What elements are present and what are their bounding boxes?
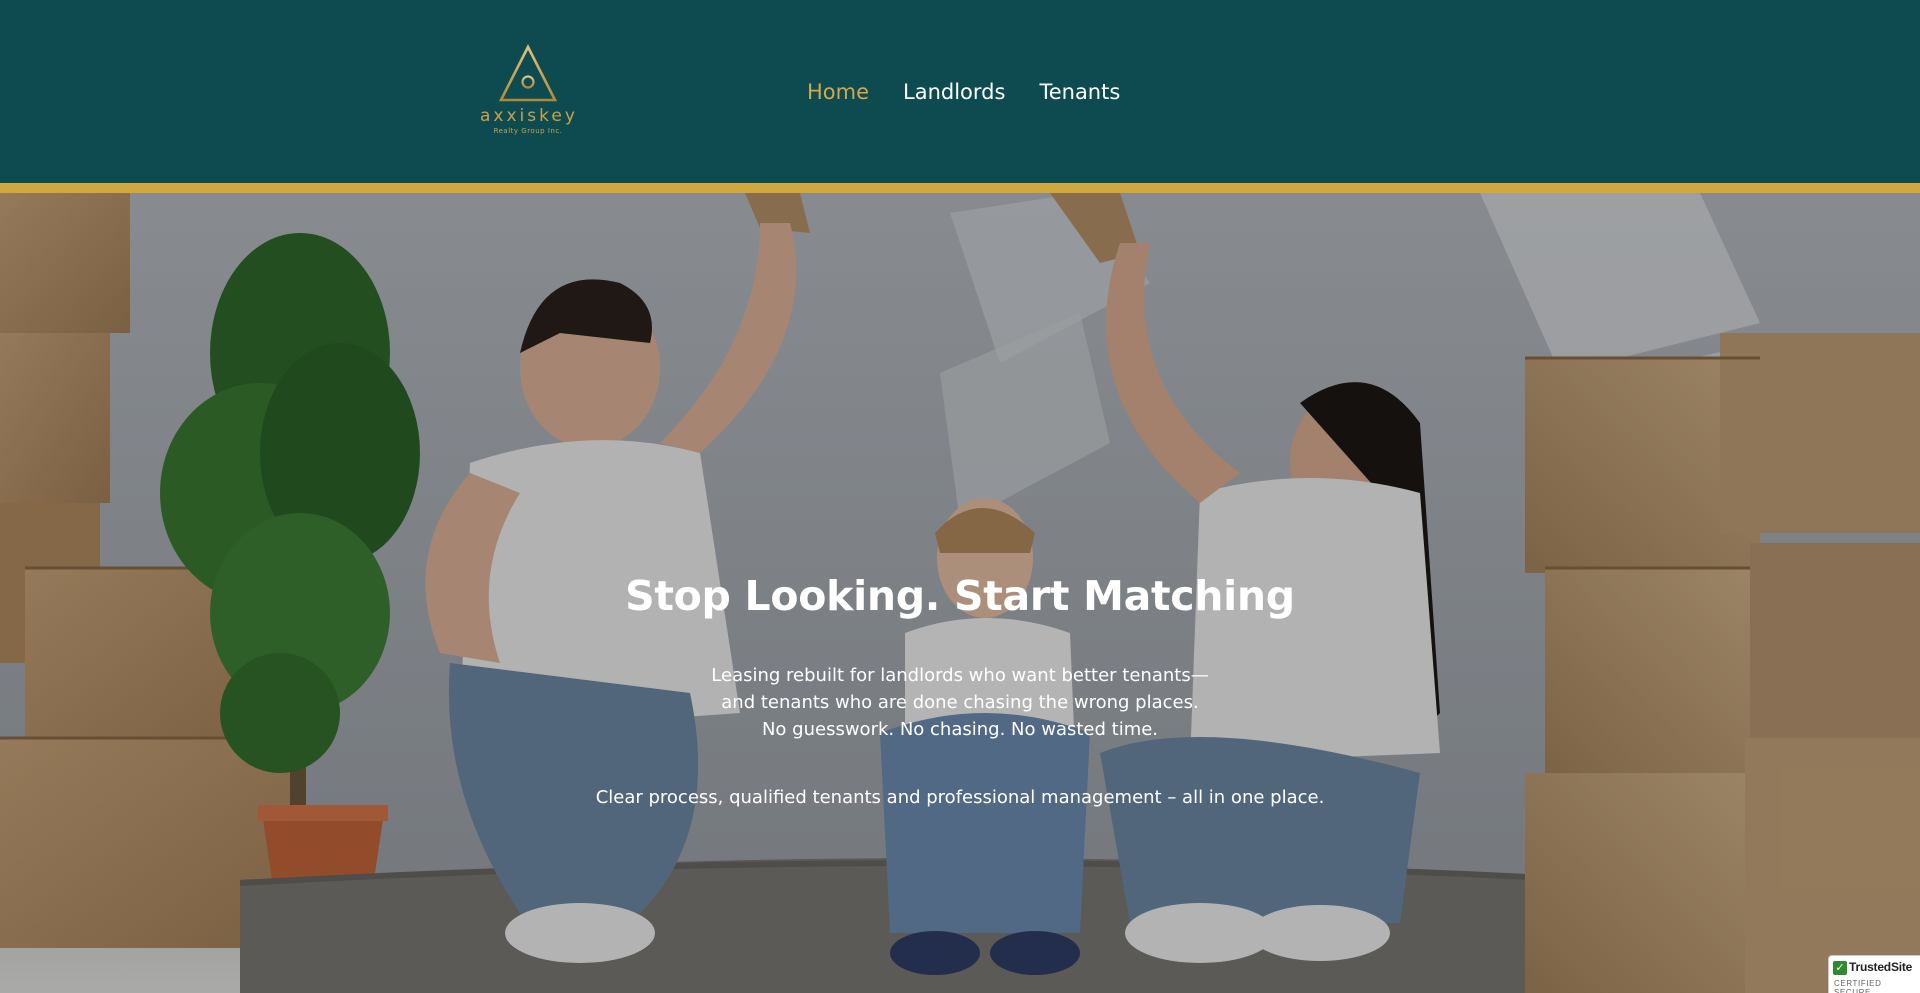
nav-tenants[interactable]: Tenants [1039, 78, 1120, 106]
trust-badge-subtitle: CERTIFIED SECURE [1834, 979, 1882, 993]
hero-line-1: Leasing rebuilt for landlords who want b… [711, 665, 1209, 686]
logo-wordmark: axxiskey [480, 106, 578, 126]
hero-tagline: Clear process, qualified tenants and pro… [595, 787, 1325, 808]
hero-title: Stop Looking. Start Matching [625, 572, 1295, 620]
brand-logo[interactable]: axxiskey Realty Group Inc. [480, 44, 576, 140]
header-divider [0, 183, 1920, 193]
hero-content: Stop Looking. Start Matching Leasing reb… [0, 568, 1920, 811]
nav-landlords[interactable]: Landlords [903, 78, 1005, 106]
logo-tagline: Realty Group Inc. [493, 127, 563, 135]
main-nav: Home Landlords Tenants [807, 78, 1120, 106]
hero-line-2: and tenants who are done chasing the wro… [721, 692, 1199, 713]
nav-home[interactable]: Home [807, 78, 869, 106]
checkmark-icon: ✓ [1833, 961, 1847, 975]
hero-description: Leasing rebuilt for landlords who want b… [0, 662, 1920, 743]
hero-section: Stop Looking. Start Matching Leasing reb… [0, 193, 1920, 993]
trust-badge-name: TrustedSite [1849, 960, 1913, 974]
key-triangle-icon [498, 44, 558, 102]
hero-line-3: No guesswork. No chasing. No wasted time… [761, 719, 1159, 740]
trustedsite-badge[interactable]: ✓ TrustedSite CERTIFIED SECURE [1828, 955, 1920, 993]
site-header: axxiskey Realty Group Inc. Home Landlord… [0, 0, 1920, 183]
